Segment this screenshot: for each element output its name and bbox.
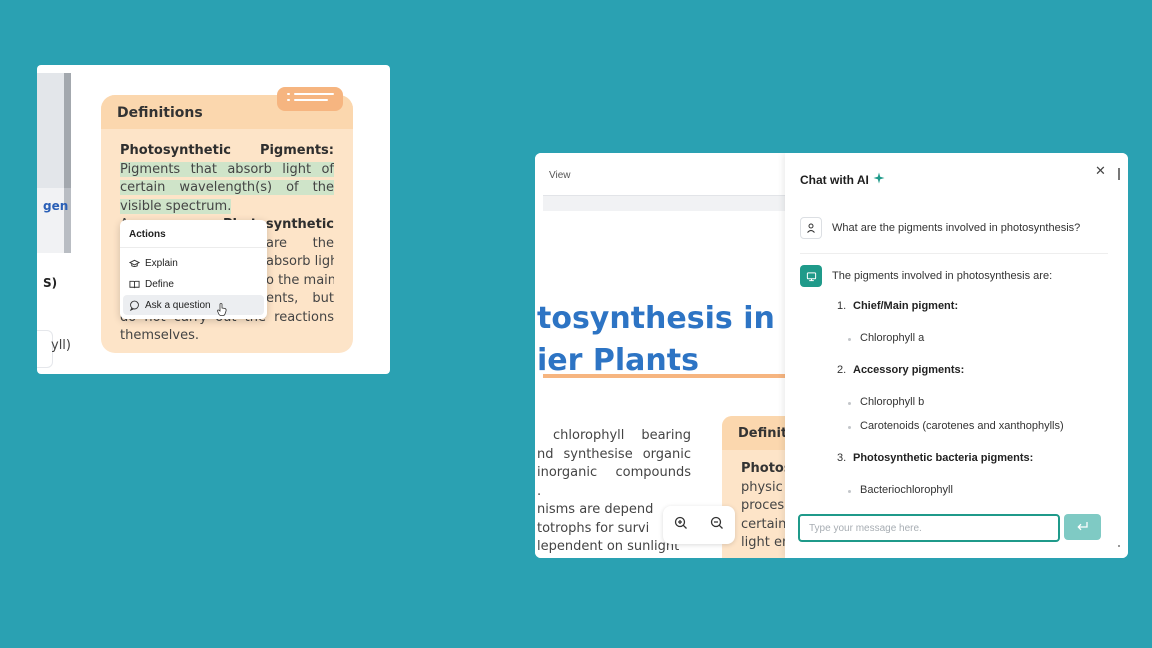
list-badge-icon [277,87,343,111]
pdf-def-line: Photos [741,461,785,476]
action-label: Explain [145,257,178,269]
doc-fragment-yll: yll) [51,338,71,353]
list-heading: Chief/Main pigment: [853,300,959,312]
pigment-list-item: 1. Chief/Main pigment: [837,300,958,312]
definition-actions-card: gen S) yll) Definitions Photosynthetic P… [37,65,390,374]
chat-message-input[interactable] [798,514,1060,542]
pdf-def-line: physic [741,479,783,495]
pdf-heading: tosynthesis in ier Plants [537,298,775,382]
pigment-subitem: Chlorophyll b [847,396,925,408]
zoom-in-icon[interactable] [674,516,688,535]
document-page-edge [37,73,71,253]
action-label: Define [145,278,174,290]
action-ask-question[interactable]: Ask a question [123,295,264,316]
actions-menu-title: Actions [120,220,267,248]
pdf-text-line: nd synthesise organic [537,446,691,462]
user-message: What are the pigments involved in photos… [800,217,1080,239]
zoom-out-icon[interactable] [710,516,724,535]
pigment-list-item: 2. Accessory pigments: [837,364,964,376]
list-heading: Accessory pigments: [853,364,965,376]
hand-cursor-icon [217,303,227,319]
highlighted-text[interactable]: visible spectrum. [120,198,232,214]
heading-underline [543,374,785,378]
doc-fragment-gen: gen [43,199,69,213]
scroll-indicator [1118,545,1120,547]
pigment-subitem: Bacteriochlorophyll [848,484,953,496]
send-button[interactable] [1064,514,1101,540]
pdf-def-line: certain [741,516,785,532]
pdf-def-line: light en [741,535,785,550]
list-number: 1. [837,300,847,312]
zoom-controls [663,506,735,544]
pdf-text-line: chlorophyll bearing [553,428,691,443]
definition-line: are the [266,235,334,251]
pdf-viewer: View tosynthesis in ier Plants chlorophy… [535,153,785,558]
highlighted-text[interactable]: Pigments that absorb light of [120,161,334,177]
definition-line: ents, but [266,291,334,306]
definition-line: themselves. [120,328,199,343]
graduation-cap-icon [129,258,140,269]
action-define[interactable]: Define [123,274,264,294]
pigment-subitem: Chlorophyll a [847,332,925,344]
highlighted-text[interactable]: certain wavelength(s) of the [120,180,334,195]
ai-avatar-icon [800,265,822,287]
definition-line: absorb light [266,254,334,269]
pdf-text-line: . [537,483,542,499]
action-label: Ask a question [145,299,211,311]
action-explain[interactable]: Explain [123,253,264,273]
view-menu[interactable]: View [549,170,571,181]
sparkle-icon [873,172,885,187]
user-message-text: What are the pigments involved in photos… [832,222,1081,234]
pdf-heading-line: tosynthesis in [537,301,775,336]
user-avatar-icon [800,217,822,239]
term-word: Photosynthetic [120,143,231,158]
list-number: 2. [837,364,847,376]
close-icon[interactable]: ✕ [1095,163,1106,179]
pdf-text-line: inorganic compounds [537,465,691,480]
pdf-definitions-title: Definit [722,416,785,450]
list-heading: Photosynthetic bacteria pigments: [853,452,1034,464]
pigment-subitem: Carotenoids (carotenes and xanthophylls) [848,420,1064,432]
pdf-def-line: proces [741,498,785,513]
term-word: Pigments: [259,143,334,158]
actions-menu: Actions Explain Define Ask a question [120,220,267,319]
enter-icon [1076,520,1089,535]
pdf-toolbar [543,195,785,211]
chat-panel: Chat with AI ✕ What are the pigments inv… [785,153,1128,558]
message-divider [800,253,1108,254]
pigment-list-item: 3. Photosynthetic bacteria pigments: [837,452,1033,464]
list-number: 3. [837,452,847,464]
chat-bubble-icon [129,300,140,311]
panel-edge [1118,168,1120,180]
book-icon [129,279,140,290]
doc-fragment-s: S) [43,276,58,290]
definition-line: o the main [266,272,334,288]
ai-message-intro: The pigments involved in photosynthesis … [832,270,1053,282]
chat-header: Chat with AI [800,172,885,187]
reader-window: View tosynthesis in ier Plants chlorophy… [535,153,1128,558]
chat-title: Chat with AI [800,172,869,187]
ai-message: The pigments involved in photosynthesis … [800,265,1052,287]
